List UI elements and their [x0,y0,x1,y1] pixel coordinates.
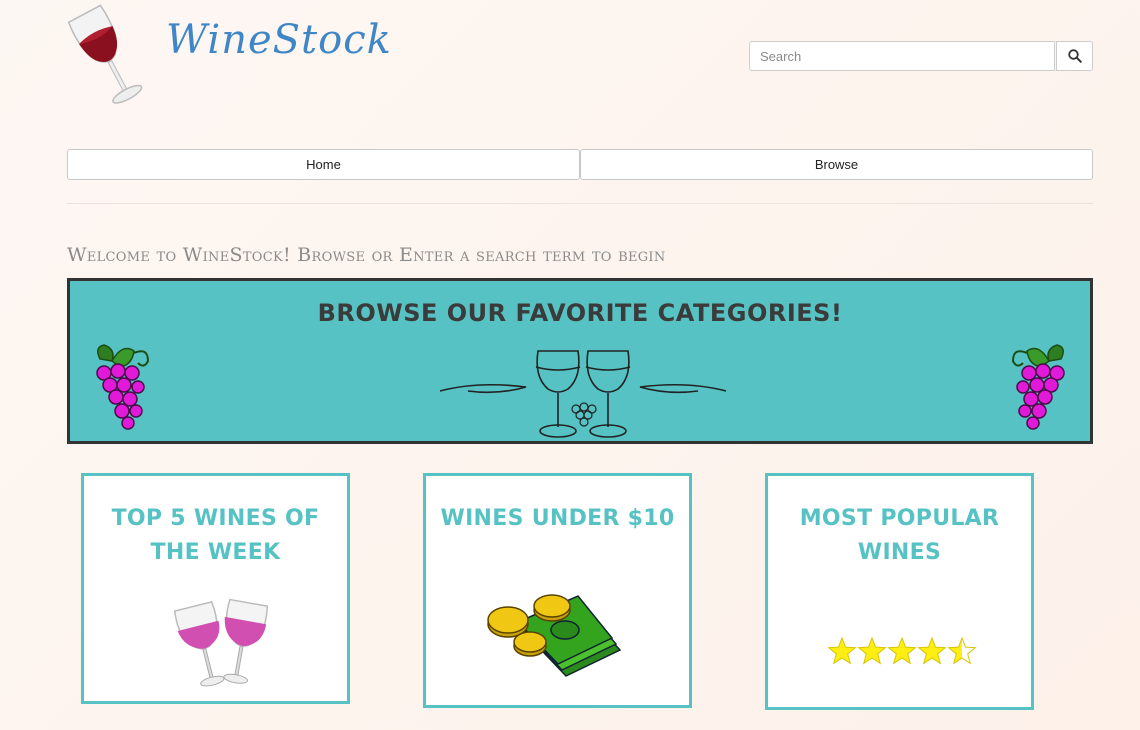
grapes-icon [96,344,150,430]
grapes-icon [1011,344,1065,430]
star-rating [828,636,977,665]
nav-home-button[interactable]: Home [67,149,580,180]
category-card-top5[interactable]: Top 5 Wines of the Week [81,473,350,704]
divider [67,203,1093,204]
wine-glass-logo-icon[interactable] [60,2,156,114]
card-title: Wines Under $10 [440,506,675,531]
star-icon [828,636,857,665]
card-title: Top 5 Wines of the Week [111,506,320,565]
nav-browse-button[interactable]: Browse [580,149,1093,180]
star-icon [947,636,977,665]
brand-title[interactable]: WineStock [166,20,392,60]
card-title: Most Popular Wines [799,506,1000,565]
star-icon [857,636,887,665]
category-card-under10[interactable]: Wines Under $10 [423,473,692,708]
nav-home-label: Home [306,157,341,172]
search-input[interactable] [749,41,1055,71]
star-icon [887,636,917,665]
categories-banner: Browse our favorite categories! [67,278,1093,444]
nav-browse-label: Browse [814,157,859,172]
welcome-text: Welcome to WineStock! Browse or Enter a … [67,244,666,266]
star-icon [917,636,947,665]
search-button[interactable] [1056,41,1093,71]
magnifier-icon [1067,49,1082,63]
toasting-glasses-icon [173,598,269,687]
money-icon [487,594,622,677]
category-card-popular[interactable]: Most Popular Wines [765,473,1034,710]
banner-title: Browse our favorite categories! [317,299,843,327]
wine-glasses-ornament-icon [439,350,727,438]
